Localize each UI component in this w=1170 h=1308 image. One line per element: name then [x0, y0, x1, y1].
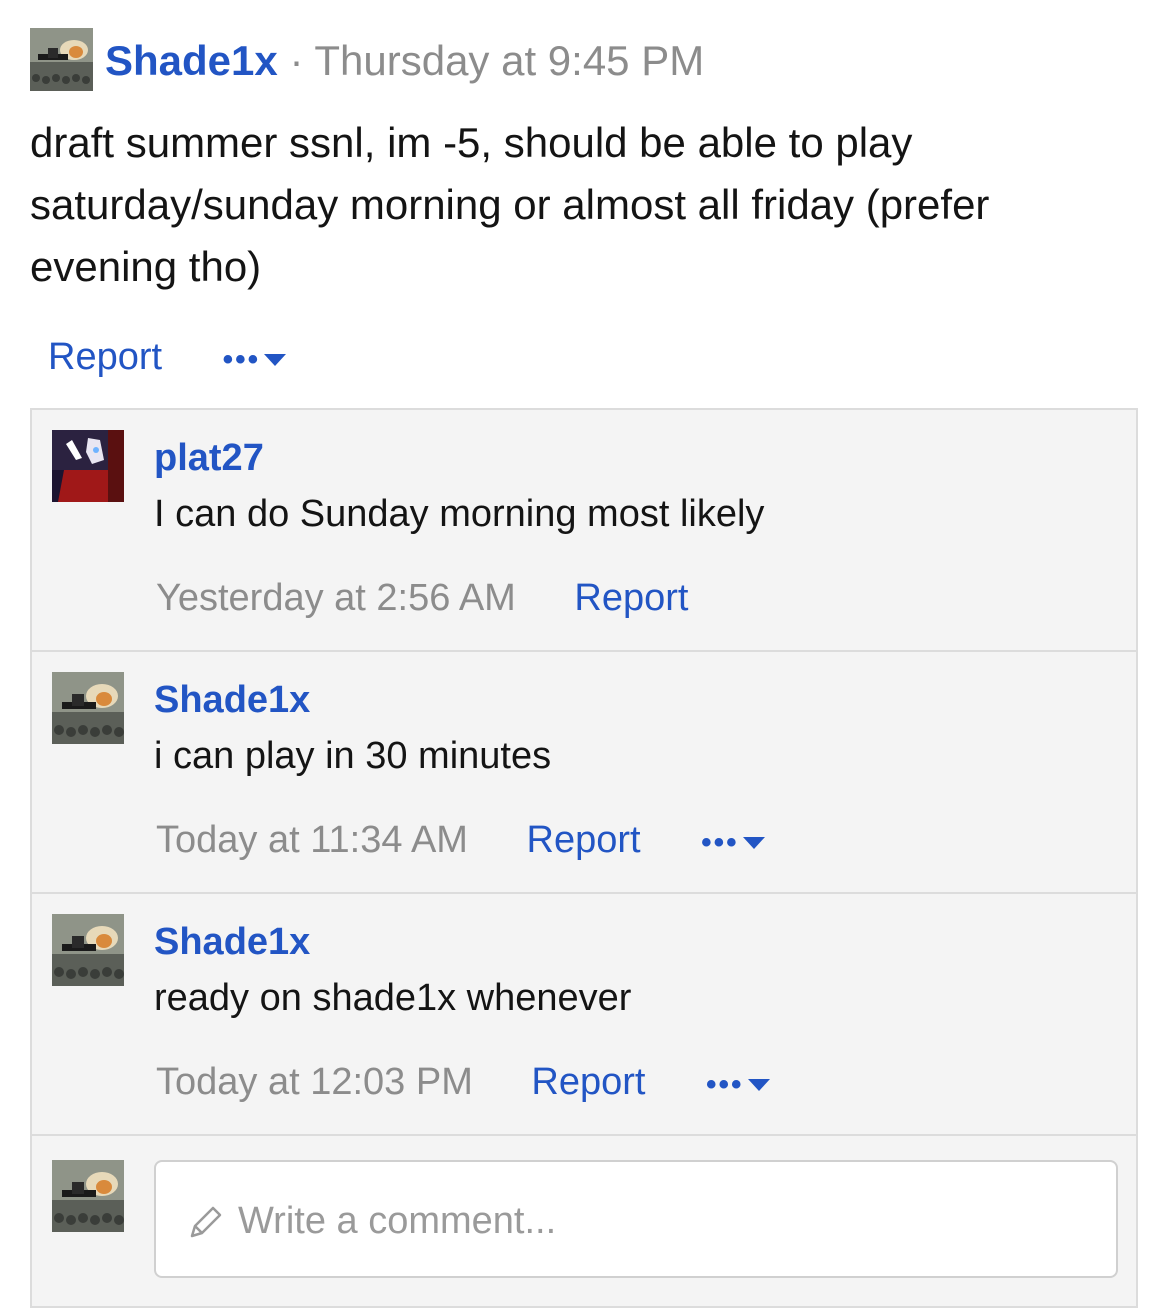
post: Shade1x · Thursday at 9:45 PM draft summ…: [0, 0, 1170, 1308]
comment: plat27 I can do Sunday morning most like…: [32, 410, 1138, 652]
more-menu-button[interactable]: •••: [701, 817, 765, 867]
more-dots: •••: [706, 1067, 744, 1101]
avatar[interactable]: [52, 430, 124, 502]
comment-meta: Yesterday at 2:56 AM Report: [156, 574, 688, 622]
comment-timestamp[interactable]: Yesterday at 2:56 AM: [156, 577, 516, 619]
report-link[interactable]: Report: [527, 819, 641, 861]
comment-timestamp[interactable]: Today at 11:34 AM: [156, 819, 468, 861]
report-link[interactable]: Report: [574, 577, 688, 619]
chevron-down-icon: [264, 353, 287, 366]
post-header: Shade1x · Thursday at 9:45 PM: [105, 36, 704, 86]
more-dots: •••: [222, 342, 261, 376]
comment-timestamp[interactable]: Today at 12:03 PM: [156, 1061, 473, 1103]
more-menu-button[interactable]: •••: [706, 1059, 770, 1109]
comment-author[interactable]: plat27: [154, 434, 264, 482]
report-link[interactable]: Report: [531, 1061, 645, 1103]
separator: ·: [289, 37, 304, 84]
post-body: draft summer ssnl, im -5, should be able…: [30, 119, 990, 290]
comment-meta: Today at 12:03 PM Report •••: [156, 1058, 770, 1109]
post-timestamp[interactable]: Thursday at 9:45 PM: [314, 37, 704, 84]
avatar: [52, 1160, 124, 1232]
comments-panel: plat27 I can do Sunday morning most like…: [30, 408, 1138, 1308]
comment: Shade1x i can play in 30 minutes Today a…: [32, 652, 1138, 894]
post-author-link[interactable]: Shade1x: [105, 37, 278, 84]
comment-text: i can play in 30 minutes: [154, 735, 552, 777]
chevron-down-icon: [742, 836, 765, 849]
comment-meta: Today at 11:34 AM Report •••: [156, 816, 765, 867]
avatar[interactable]: [52, 672, 124, 744]
avatar[interactable]: [30, 28, 93, 91]
avatar[interactable]: [52, 914, 124, 986]
more-dots: •••: [701, 825, 739, 859]
report-link[interactable]: Report: [48, 336, 162, 378]
comment-author[interactable]: Shade1x: [154, 918, 310, 966]
comment-text: ready on shade1x whenever: [154, 977, 632, 1019]
comment-composer[interactable]: [154, 1160, 1118, 1278]
pencil-icon: [190, 1206, 222, 1238]
comment-author[interactable]: Shade1x: [154, 676, 310, 724]
more-menu-button[interactable]: •••: [223, 333, 287, 385]
post-actions: Report •••: [48, 332, 287, 385]
comment-text: I can do Sunday morning most likely: [154, 493, 765, 535]
comment-input[interactable]: [236, 1190, 1100, 1252]
chevron-down-icon: [747, 1078, 770, 1091]
comment: Shade1x ready on shade1x whenever Today …: [32, 894, 1138, 1136]
